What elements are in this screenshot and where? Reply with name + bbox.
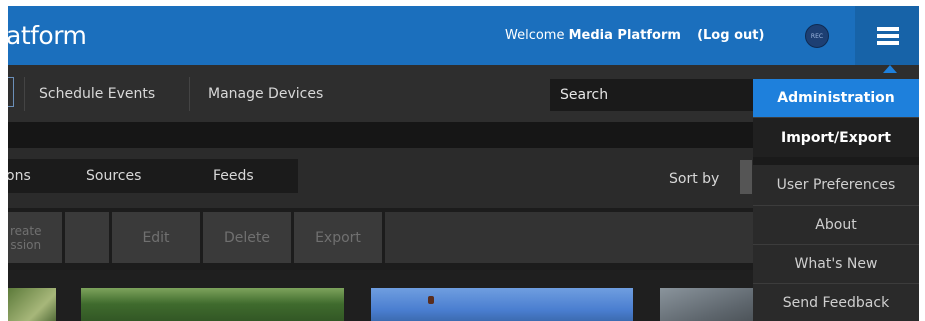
- nav-divider: [189, 77, 190, 111]
- menu-item-user-preferences[interactable]: User Preferences: [753, 165, 919, 205]
- hamburger-icon[interactable]: [855, 6, 919, 65]
- app-frame: atform Welcome Media Platform (Log out) …: [8, 6, 919, 321]
- top-header: atform Welcome Media Platform (Log out) …: [8, 6, 919, 65]
- thumbnail-figure: [428, 296, 434, 304]
- thumbnail-image[interactable]: [8, 288, 56, 321]
- hamburger-line: [877, 27, 899, 31]
- tab-sources[interactable]: Sources: [86, 159, 141, 193]
- sort-by-select[interactable]: [740, 160, 752, 194]
- menu-caret: [883, 65, 897, 73]
- menu-item-administration[interactable]: Administration: [753, 79, 919, 117]
- nav-item-partial[interactable]: [8, 77, 14, 107]
- rec-status-icon[interactable]: REC: [805, 24, 829, 48]
- brand-logo[interactable]: atform: [8, 16, 87, 56]
- welcome-text: Welcome Media Platform (Log out): [505, 26, 764, 46]
- thumbnail-image[interactable]: [660, 288, 760, 321]
- menu-divider: [753, 157, 919, 165]
- filter-tabs: ons Sources Feeds: [8, 159, 298, 193]
- nav-item-manage-devices[interactable]: Manage Devices: [208, 79, 323, 109]
- user-dropdown-menu: Administration Import/Export User Prefer…: [753, 79, 919, 321]
- toolbar-button-blank[interactable]: [65, 212, 109, 263]
- menu-item-about[interactable]: About: [753, 205, 919, 244]
- tab-sessions[interactable]: ons: [8, 159, 31, 193]
- user-name: Media Platform: [568, 28, 681, 43]
- export-button[interactable]: Export: [294, 212, 382, 263]
- menu-item-import-export[interactable]: Import/Export: [753, 117, 919, 157]
- delete-button[interactable]: Delete: [203, 212, 291, 263]
- nav-divider: [24, 77, 25, 111]
- hamburger-line: [877, 34, 899, 38]
- thumbnail-image[interactable]: [371, 288, 633, 321]
- welcome-prefix: Welcome: [505, 28, 565, 43]
- logout-link[interactable]: (Log out): [697, 28, 764, 43]
- menu-item-whats-new[interactable]: What's New: [753, 244, 919, 283]
- nav-item-schedule-events[interactable]: Schedule Events: [39, 79, 155, 109]
- tab-feeds[interactable]: Feeds: [213, 159, 254, 193]
- sort-by-label: Sort by: [669, 171, 720, 187]
- search-input[interactable]: Search: [550, 79, 760, 111]
- edit-button[interactable]: Edit: [112, 212, 200, 263]
- create-session-button[interactable]: reate ssion: [8, 212, 62, 263]
- thumbnail-image[interactable]: [81, 288, 344, 321]
- hamburger-line: [877, 41, 899, 45]
- menu-item-send-feedback[interactable]: Send Feedback: [753, 283, 919, 321]
